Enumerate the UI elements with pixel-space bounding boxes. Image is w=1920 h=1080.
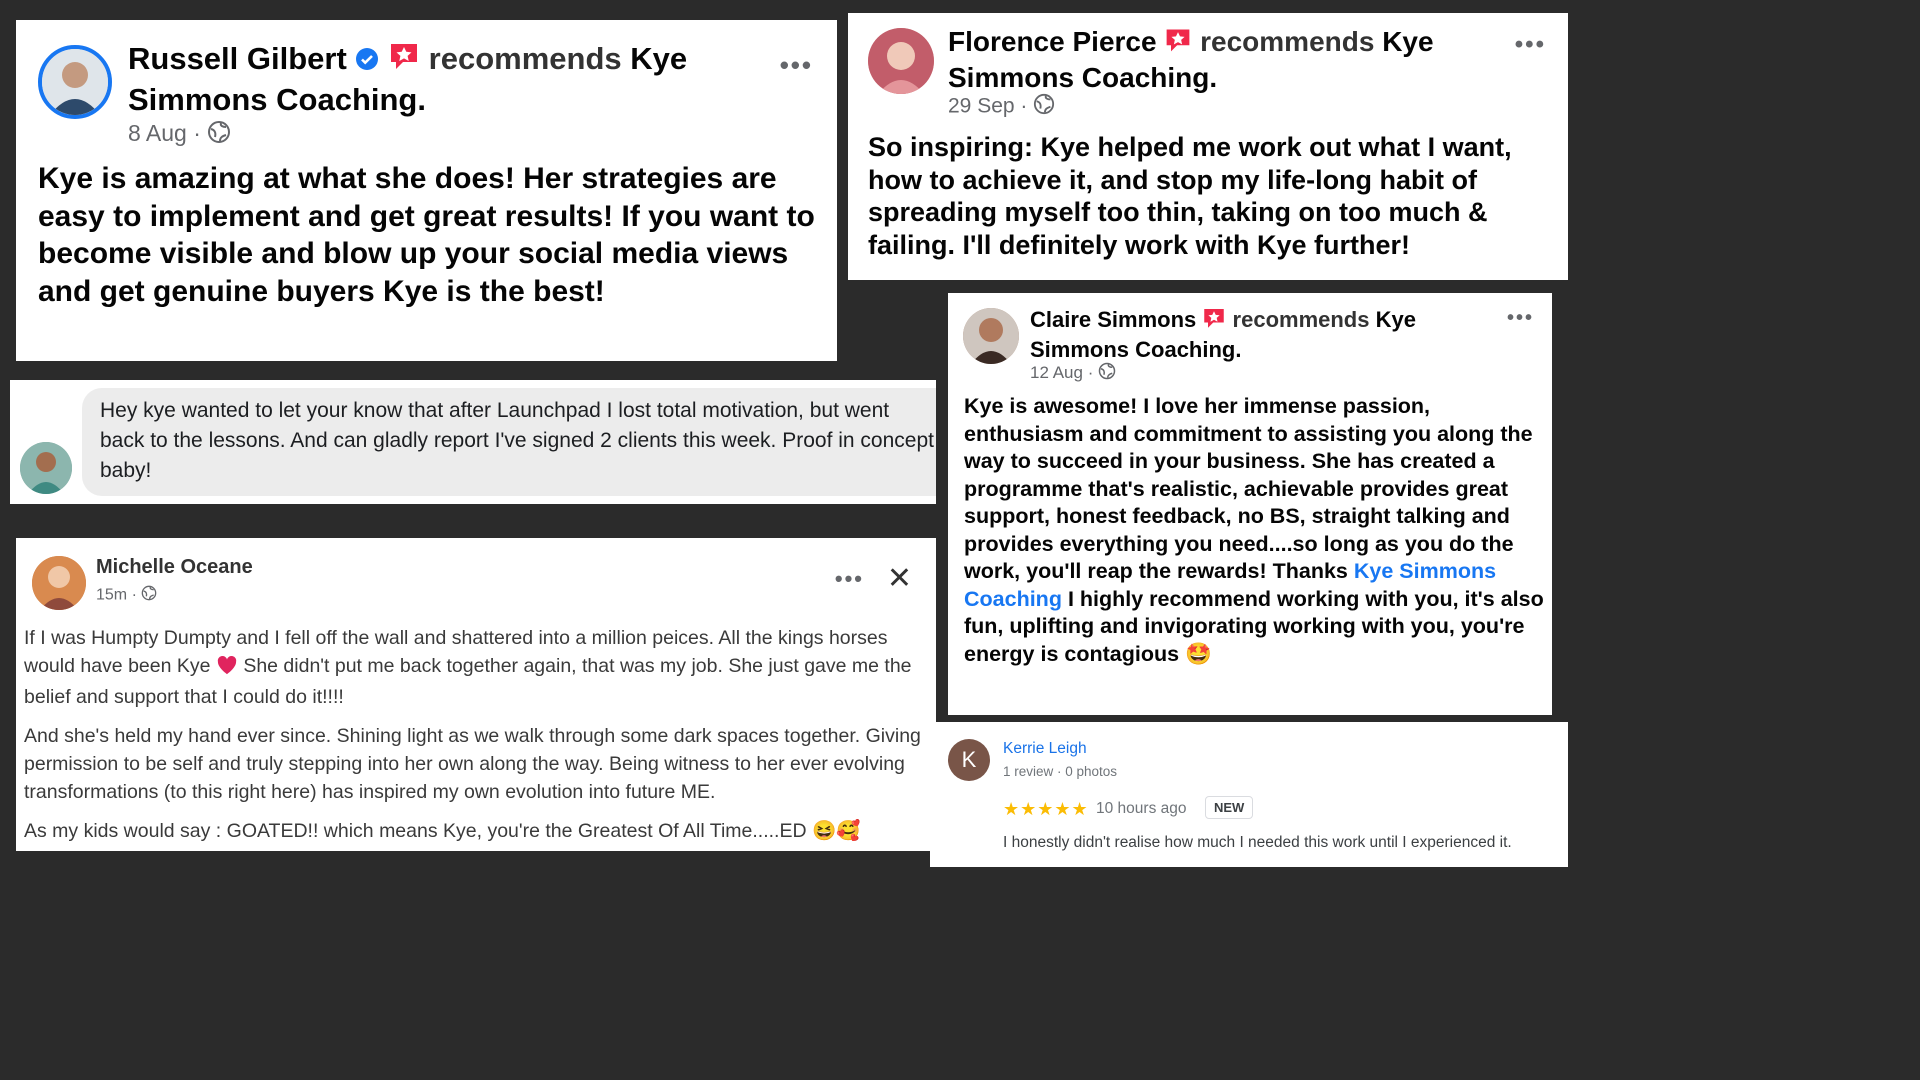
message-card: Hey kye wanted to let your know that aft… <box>10 380 936 504</box>
post-text: If I was Humpty Dumpty and I fell off th… <box>24 624 929 851</box>
paragraph-3: As my kids would say : GOATED!! which me… <box>24 820 807 842</box>
separator: · <box>1020 94 1028 118</box>
recommends-text: recommends <box>1200 26 1375 57</box>
paragraph-2: And she's held my hand ever since. Shini… <box>24 725 921 803</box>
florence-avatar[interactable] <box>868 28 934 94</box>
message-bubble: Hey kye wanted to let your know that aft… <box>82 388 936 496</box>
heart-icon <box>216 655 238 683</box>
star-struck-emoji-icon: 🤩 <box>1185 641 1212 666</box>
globe-icon <box>141 585 157 606</box>
michelle-avatar[interactable] <box>32 556 86 610</box>
russell-avatar[interactable] <box>38 45 112 119</box>
google-review-card: K Kerrie Leigh 1 review · 0 photos ★★★★★… <box>930 722 1568 867</box>
recommendation-card-florence: Florence Pierce recommends Kye Simmons C… <box>848 13 1568 280</box>
review-time: 10 hours ago <box>1096 800 1187 817</box>
post-date[interactable]: 8 Aug <box>128 120 187 146</box>
emoji-icons: 😆🥰 <box>811 820 861 842</box>
separator: · <box>131 586 137 604</box>
globe-icon <box>1033 93 1055 121</box>
author-name[interactable]: Russell Gilbert <box>128 41 347 76</box>
review-text: Kye is awesome! I love her immense passi… <box>964 393 1544 668</box>
post-time[interactable]: 15m <box>96 587 127 604</box>
recommends-text: recommends <box>1232 307 1370 332</box>
recommend-icon <box>388 40 420 81</box>
review-text-a: Kye is awesome! I love her immense passi… <box>964 394 1533 583</box>
globe-icon <box>207 120 231 150</box>
recommends-text: recommends <box>428 41 622 76</box>
review-text: I honestly didn't realise how much I nee… <box>1003 834 1512 851</box>
reviewer-avatar[interactable]: K <box>948 739 990 781</box>
post-card-michelle: Michelle Oceane 15m · ••• ✕ If I was Hum… <box>16 538 936 851</box>
separator: · <box>1087 362 1094 382</box>
more-options-icon[interactable]: ••• <box>780 50 813 81</box>
recommendation-card-russell: Russell Gilbert recommends Kye Simmons C… <box>16 20 837 361</box>
close-icon[interactable]: ✕ <box>887 564 912 594</box>
reviewer-name[interactable]: Kerrie Leigh <box>1003 740 1087 758</box>
recommendation-card-claire: Claire Simmons recommends Kye Simmons Co… <box>948 293 1552 715</box>
recommend-icon <box>1202 306 1226 336</box>
more-options-icon[interactable]: ••• <box>1507 307 1534 330</box>
post-date[interactable]: 29 Sep <box>948 95 1015 118</box>
more-options-icon[interactable]: ••• <box>835 566 864 592</box>
post-date[interactable]: 12 Aug <box>1030 363 1083 382</box>
sender-avatar[interactable] <box>20 442 72 494</box>
author-name[interactable]: Claire Simmons <box>1030 307 1196 332</box>
reviewer-stats: 1 review · 0 photos <box>1003 764 1118 779</box>
review-text: Kye is amazing at what she does! Her str… <box>38 162 815 308</box>
author-name[interactable]: Michelle Oceane <box>96 556 253 579</box>
new-badge: NEW <box>1205 796 1254 819</box>
claire-avatar[interactable] <box>963 308 1019 364</box>
recommend-icon <box>1164 26 1192 61</box>
separator: · <box>193 120 201 147</box>
star-rating: ★★★★★ <box>1003 799 1089 819</box>
verified-icon <box>355 42 379 80</box>
more-options-icon[interactable]: ••• <box>1515 31 1546 59</box>
globe-icon <box>1098 362 1116 385</box>
review-text: So inspiring: Kye helped me work out wha… <box>868 132 1512 260</box>
author-name[interactable]: Florence Pierce <box>948 26 1157 57</box>
